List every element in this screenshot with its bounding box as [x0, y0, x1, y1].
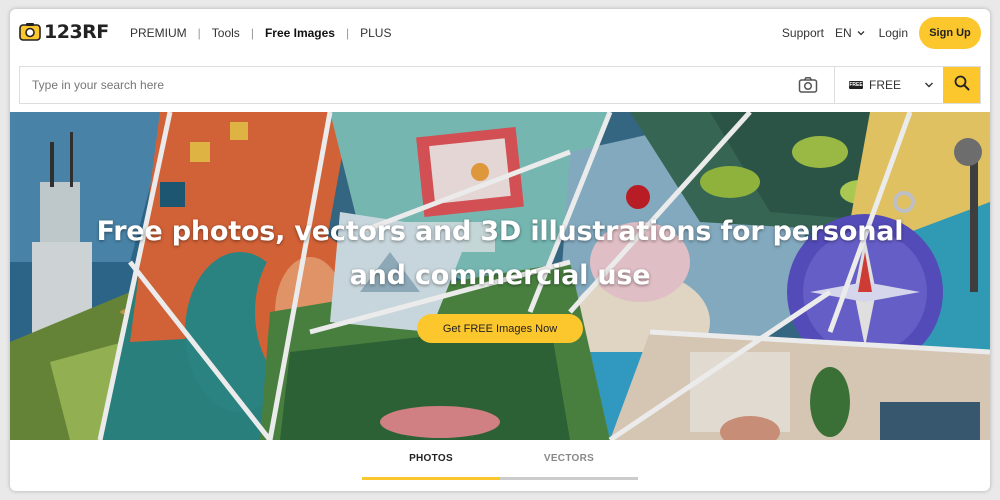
get-free-images-button[interactable]: Get FREE Images Now [417, 314, 583, 343]
nav-divider: | [250, 26, 254, 40]
logo[interactable]: 123RF [19, 22, 109, 42]
nav-divider: | [345, 26, 350, 40]
nav-plus[interactable]: PLUS [360, 26, 391, 40]
license-filter-dropdown[interactable]: FREE FREE [834, 67, 944, 103]
search-bar: FREE FREE [19, 66, 981, 104]
chevron-down-icon [857, 28, 865, 38]
search-icon [954, 75, 970, 96]
nav-premium[interactable]: PREMIUM [130, 26, 187, 40]
logo-text: 123RF [44, 21, 109, 43]
tab-photos[interactable]: PHOTOS [362, 440, 500, 480]
filter-value: FREE [869, 78, 902, 92]
login-link[interactable]: Login [879, 26, 908, 40]
nav-divider: | [197, 26, 201, 40]
search-button[interactable] [943, 67, 980, 103]
signup-button[interactable]: Sign Up [919, 17, 981, 49]
search-input[interactable] [20, 67, 834, 103]
free-badge: FREE [849, 81, 863, 89]
top-navigation: 123RF PREMIUM | Tools | Free Images | PL… [10, 9, 990, 57]
account-nav: Support EN Login Sign Up [782, 17, 981, 49]
camera-icon[interactable] [798, 76, 818, 94]
main-nav: PREMIUM | Tools | Free Images | PLUS [130, 9, 391, 57]
browser-frame: 123RF PREMIUM | Tools | Free Images | PL… [10, 9, 990, 491]
hero-heading-line-2: and commercial use [349, 260, 651, 291]
tab-vectors[interactable]: VECTORS [500, 440, 638, 480]
nav-tools[interactable]: Tools [212, 26, 240, 40]
chevron-down-icon [924, 79, 934, 89]
language-label: EN [834, 26, 852, 40]
hero-heading: Free photos, vectors and 3D illustration… [10, 210, 990, 298]
nav-free-images[interactable]: Free Images [265, 26, 335, 40]
hero-banner: Free photos, vectors and 3D illustration… [10, 112, 990, 440]
content-type-tabs: PHOTOS VECTORS [362, 440, 639, 480]
language-selector[interactable]: EN [835, 26, 865, 40]
support-link[interactable]: Support [782, 26, 824, 40]
hero-heading-line-1: Free photos, vectors and 3D illustration… [96, 216, 904, 247]
camera-logo-icon [19, 22, 41, 42]
